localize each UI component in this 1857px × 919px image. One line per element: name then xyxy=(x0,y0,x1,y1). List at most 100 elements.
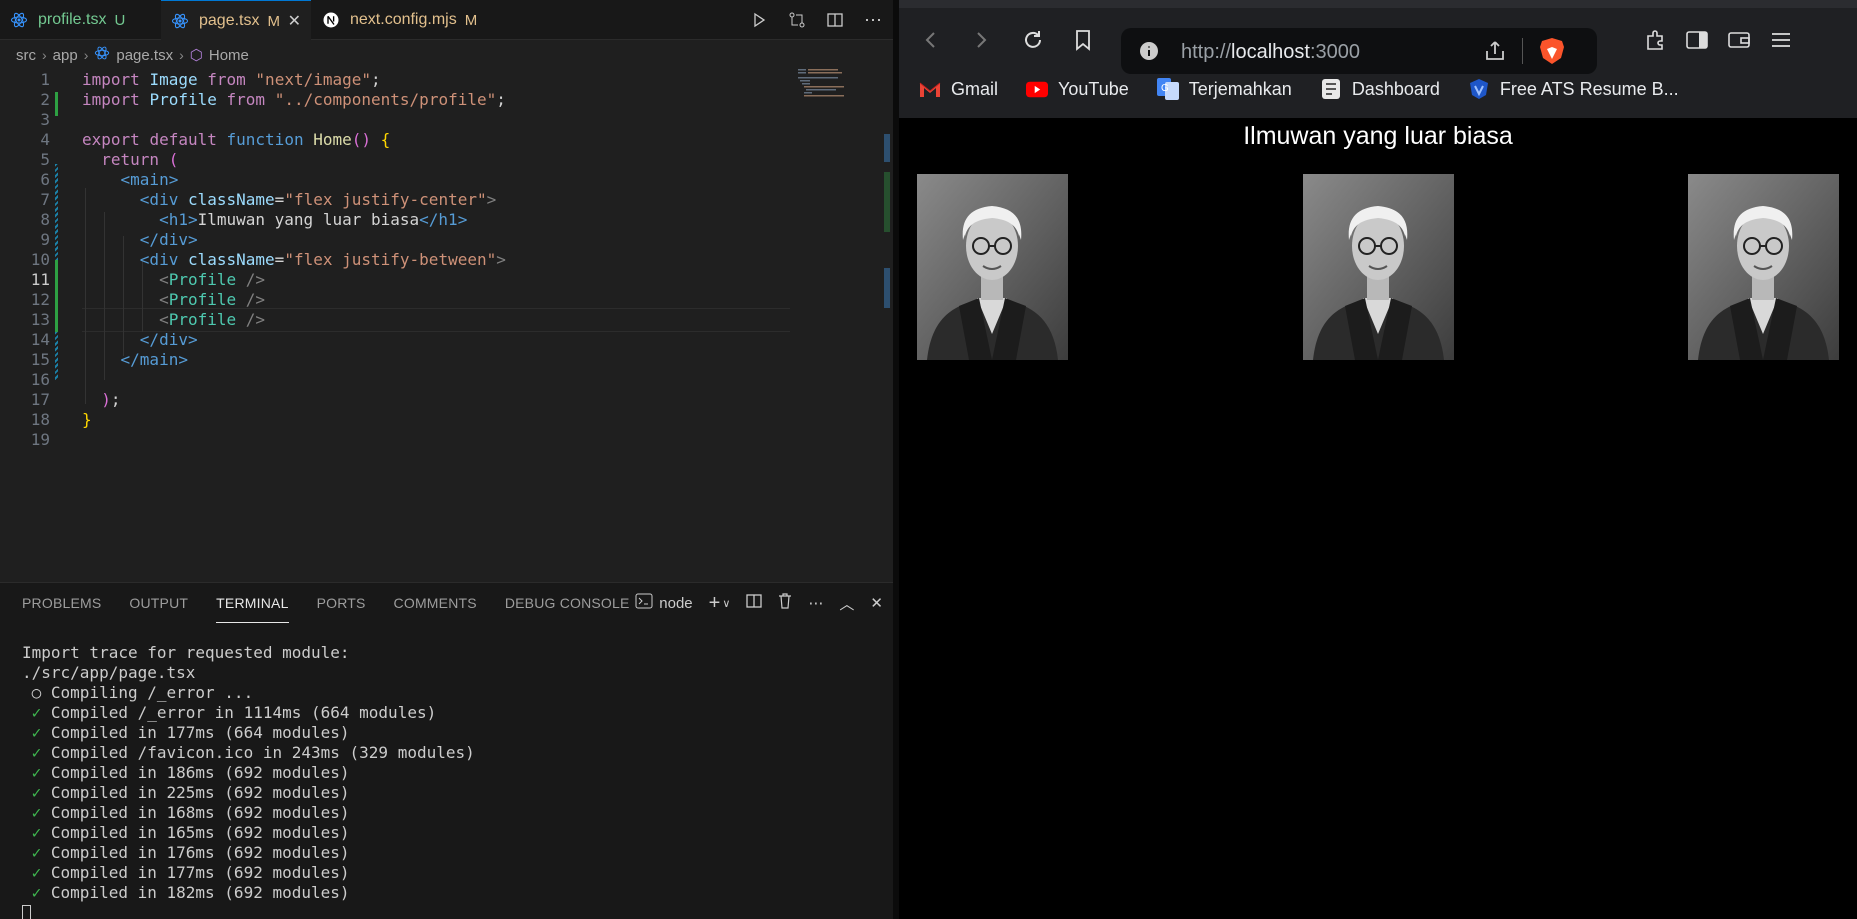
resume-icon xyxy=(1468,79,1490,99)
editor-scrollbar[interactable] xyxy=(882,68,893,578)
tab-problems[interactable]: PROBLEMS xyxy=(22,583,101,623)
code-token: Profile xyxy=(168,310,237,329)
code-token: } xyxy=(82,410,92,429)
info-icon[interactable] xyxy=(1139,41,1159,66)
bookmark-label: Gmail xyxy=(951,78,999,99)
tab-debug-console[interactable]: DEBUG CONSOLE xyxy=(505,583,630,623)
code-token: <div xyxy=(139,250,179,269)
terminal-text: Import trace for requested module: xyxy=(22,643,350,662)
tab-page-tsx[interactable]: page.tsx M ✕ xyxy=(161,0,311,41)
code-token: { xyxy=(380,130,391,149)
brave-shield-icon[interactable] xyxy=(1539,37,1565,70)
code-token: "flex justify-center" xyxy=(284,190,487,209)
check-icon: ✓ xyxy=(22,823,51,842)
terminal-text: Compiled in 176ms (692 modules) xyxy=(50,843,350,862)
address-bar[interactable]: http://localhost:3000 xyxy=(1121,28,1597,74)
new-terminal-button[interactable]: + xyxy=(709,592,721,615)
check-icon: ✓ xyxy=(22,843,51,862)
more-actions-icon[interactable]: ⋯ xyxy=(808,594,823,612)
code-token: ; xyxy=(371,70,381,89)
bookmark-gmail[interactable]: Gmail xyxy=(919,79,998,100)
code-token: </div> xyxy=(139,330,198,349)
run-icon[interactable] xyxy=(749,10,769,30)
close-icon[interactable]: ✕ xyxy=(870,594,883,612)
split-editor-icon[interactable] xyxy=(825,10,845,30)
code-token: import xyxy=(82,90,140,109)
extensions-icon[interactable] xyxy=(1643,28,1667,52)
git-status-badge: M xyxy=(464,11,478,29)
back-button[interactable] xyxy=(919,28,943,52)
tab-profile-tsx[interactable]: profile.tsx U xyxy=(0,0,160,40)
bookmark-translate[interactable]: G Terjemahkan xyxy=(1156,78,1292,100)
breadcrumb-app[interactable]: app xyxy=(53,47,78,64)
terminal-line: ✓ Compiled in 177ms (664 modules) xyxy=(22,723,475,743)
bookmark-label: Terjemahkan xyxy=(1188,78,1292,99)
terminal-line: ./src/app/page.tsx xyxy=(22,663,475,683)
trash-icon[interactable] xyxy=(778,593,792,613)
chevron-up-icon[interactable]: ︿ xyxy=(839,593,854,614)
chevron-down-icon[interactable]: ∨ xyxy=(722,597,730,610)
terminal-line: ✓ Compiled in 186ms (692 modules) xyxy=(22,763,475,783)
code-token: className xyxy=(187,190,275,209)
vscode-window: profile.tsx U page.tsx M ✕ next.config.m… xyxy=(0,0,893,919)
url-text[interactable]: http://localhost:3000 xyxy=(1181,41,1360,64)
terminal-text: Compiled in 165ms (692 modules) xyxy=(50,823,350,842)
terminal-text: Compiled in 177ms (692 modules) xyxy=(50,863,350,882)
code-token: ) xyxy=(101,390,111,409)
wallet-icon[interactable] xyxy=(1727,28,1751,52)
code-token: ; xyxy=(496,90,506,109)
bookmark-label: Free ATS Resume B... xyxy=(1499,78,1679,99)
dashboard-icon xyxy=(1320,79,1342,99)
check-icon: ✓ xyxy=(22,743,51,762)
breadcrumb-file[interactable]: page.tsx xyxy=(116,47,173,64)
check-icon: ✓ xyxy=(22,803,51,822)
tab-ports[interactable]: PORTS xyxy=(317,583,366,623)
terminal-text: Compiled /_error in 1114ms (664 modules) xyxy=(50,703,437,722)
spinner-icon: ○ xyxy=(22,683,51,702)
code-editor[interactable]: 1 import Image from "next/image"; 2 import… xyxy=(0,68,790,528)
bookmark-youtube[interactable]: YouTube xyxy=(1026,79,1129,100)
panel-tabs: PROBLEMS OUTPUT TERMINAL PORTS COMMENTS … xyxy=(0,583,630,623)
split-terminal-icon[interactable] xyxy=(746,593,763,613)
close-icon[interactable]: ✕ xyxy=(288,11,301,31)
code-token: "next/image" xyxy=(255,70,372,89)
code-token: </h1> xyxy=(419,210,468,229)
code-token: <div xyxy=(139,190,179,209)
compare-changes-icon[interactable] xyxy=(787,10,807,30)
terminal-prompt[interactable] xyxy=(22,903,475,919)
code-token: < xyxy=(159,310,169,329)
tab-label: profile.tsx xyxy=(38,11,107,28)
bookmark-resume[interactable]: Free ATS Resume B... xyxy=(1468,79,1679,100)
breadcrumb-src[interactable]: src xyxy=(16,47,36,64)
url-port: :3000 xyxy=(1309,41,1361,63)
terminal-text: Compiled in 177ms (664 modules) xyxy=(50,723,350,742)
reload-button[interactable] xyxy=(1021,28,1045,52)
cube-icon: ⬡ xyxy=(189,47,203,64)
browser-toolbar: http://localhost:3000 Gmail YouTube G Te… xyxy=(899,0,1857,118)
more-actions-icon[interactable]: ⋯ xyxy=(863,10,883,30)
bookmark-dashboard[interactable]: Dashboard xyxy=(1320,79,1440,100)
code-token: function xyxy=(226,130,304,149)
minimap[interactable] xyxy=(796,68,881,108)
terminal-text: ./src/app/page.tsx xyxy=(22,663,196,682)
tab-label: page.tsx xyxy=(199,12,260,29)
scrollbar-marker xyxy=(884,172,890,232)
git-status-badge: U xyxy=(114,11,126,29)
tab-next-config[interactable]: next.config.mjs M xyxy=(312,0,492,40)
terminal-name[interactable]: node xyxy=(659,595,692,612)
code-token: Home xyxy=(313,130,352,149)
breadcrumb-symbol[interactable]: Home xyxy=(209,47,249,64)
share-icon[interactable] xyxy=(1483,39,1507,68)
sidebar-icon[interactable] xyxy=(1685,28,1709,52)
terminal-output[interactable]: Import trace for requested module: ./src/… xyxy=(22,643,475,919)
tab-terminal[interactable]: TERMINAL xyxy=(216,583,289,623)
tab-strip xyxy=(899,0,1857,8)
check-icon: ✓ xyxy=(22,883,51,902)
code-token: className xyxy=(187,250,275,269)
bookmark-icon[interactable] xyxy=(1071,28,1095,52)
menu-icon[interactable] xyxy=(1769,28,1793,52)
check-icon: ✓ xyxy=(22,783,51,802)
tab-output[interactable]: OUTPUT xyxy=(129,583,188,623)
tab-comments[interactable]: COMMENTS xyxy=(394,583,477,623)
forward-button[interactable] xyxy=(969,28,993,52)
